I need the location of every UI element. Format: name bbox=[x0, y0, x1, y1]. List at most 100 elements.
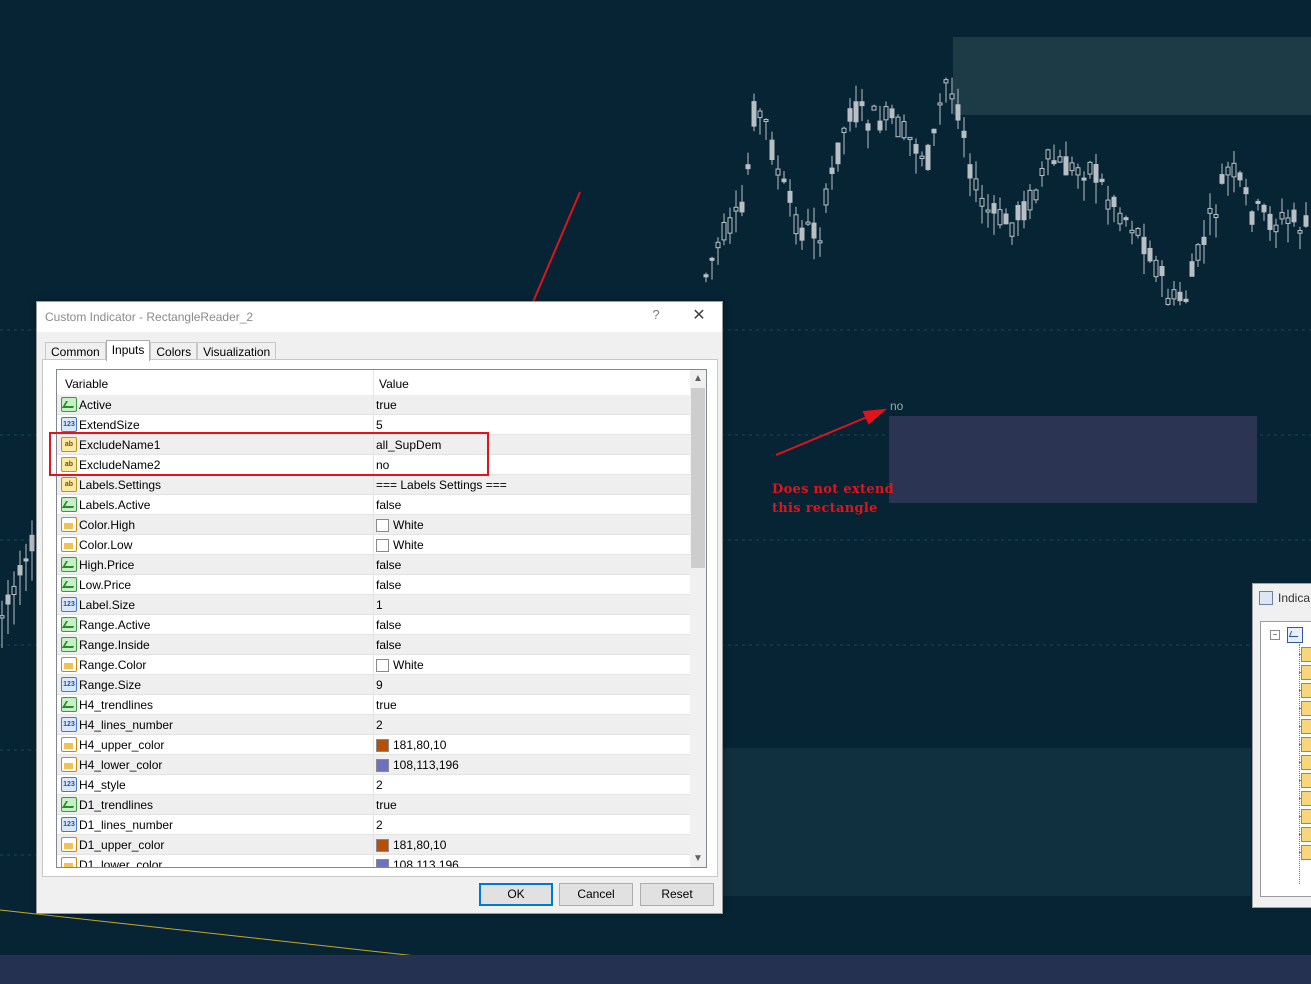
table-row[interactable]: D1_upper_color 181,80,10 bbox=[57, 835, 690, 855]
variable-value[interactable]: true bbox=[376, 698, 397, 712]
column-variable[interactable]: Variable bbox=[65, 377, 108, 391]
variable-value[interactable]: 181,80,10 bbox=[376, 838, 446, 852]
cancel-button[interactable]: Cancel bbox=[559, 883, 633, 906]
zone-lower bbox=[718, 748, 1251, 896]
table-row[interactable]: Range.Color White bbox=[57, 655, 690, 675]
table-row[interactable]: ab Labels.Settings === Labels Settings === bbox=[57, 475, 690, 495]
scroll-down-icon[interactable]: ▼ bbox=[690, 850, 706, 867]
table-row[interactable]: 123 Range.Size 9 bbox=[57, 675, 690, 695]
table-row[interactable]: 123 D1_lines_number 2 bbox=[57, 815, 690, 835]
table-row[interactable]: 123 H4_style 2 bbox=[57, 775, 690, 795]
table-row[interactable]: Labels.Active false bbox=[57, 495, 690, 515]
table-row[interactable]: H4_lower_color 108,113,196 bbox=[57, 755, 690, 775]
indicator-node-icon[interactable] bbox=[1301, 719, 1311, 734]
table-row[interactable]: H4_upper_color 181,80,10 bbox=[57, 735, 690, 755]
candle-body bbox=[1093, 164, 1099, 183]
grid-scrollbar[interactable]: ▲ ▼ bbox=[690, 370, 706, 867]
variable-value[interactable]: White bbox=[376, 658, 424, 672]
num-type-icon: 123 bbox=[61, 717, 77, 732]
variable-value[interactable]: 9 bbox=[376, 678, 383, 692]
indicator-node-icon[interactable] bbox=[1301, 845, 1311, 860]
variable-value[interactable]: White bbox=[376, 538, 424, 552]
variable-value[interactable]: false bbox=[376, 498, 401, 512]
indicator-node-icon[interactable] bbox=[1301, 827, 1311, 842]
variable-value[interactable]: 181,80,10 bbox=[376, 738, 446, 752]
indicator-node-icon[interactable] bbox=[1301, 791, 1311, 806]
reset-button[interactable]: Reset bbox=[640, 883, 714, 906]
table-row[interactable]: Color.Low White bbox=[57, 535, 690, 555]
candle-body bbox=[1219, 174, 1225, 184]
variable-value[interactable]: White bbox=[376, 518, 424, 532]
candle-body bbox=[1051, 160, 1057, 165]
variable-value[interactable]: false bbox=[376, 558, 401, 572]
variable-value[interactable]: 2 bbox=[376, 778, 383, 792]
chart-node-icon[interactable] bbox=[1287, 627, 1303, 643]
variable-name: H4_lines_number bbox=[79, 718, 174, 732]
table-row[interactable]: 123 Label.Size 1 bbox=[57, 595, 690, 615]
variable-value[interactable]: 108,113,196 bbox=[376, 758, 459, 772]
scroll-up-icon[interactable]: ▲ bbox=[690, 370, 706, 387]
variable-value[interactable]: 1 bbox=[376, 598, 383, 612]
tab-common[interactable]: Common bbox=[45, 342, 106, 360]
candle-body bbox=[1075, 167, 1081, 176]
ok-button[interactable]: OK bbox=[479, 883, 553, 906]
variable-name: Label.Size bbox=[79, 598, 136, 612]
variable-value-text: 1 bbox=[376, 598, 383, 612]
scroll-thumb[interactable] bbox=[691, 388, 705, 568]
table-row[interactable]: D1_trendlines true bbox=[57, 795, 690, 815]
candle-body bbox=[769, 139, 775, 161]
variable-value[interactable]: 2 bbox=[376, 718, 383, 732]
table-row[interactable]: Low.Price false bbox=[57, 575, 690, 595]
candle-body bbox=[29, 534, 35, 552]
variable-value[interactable]: 2 bbox=[376, 818, 383, 832]
indicator-node-icon[interactable] bbox=[1301, 773, 1311, 788]
dialog-tabs: Common Inputs Colors Visualization bbox=[45, 340, 277, 361]
table-row[interactable]: D1_lower_color 108,113,196 bbox=[57, 855, 690, 867]
variable-value-text: 2 bbox=[376, 818, 383, 832]
variable-name: Color.High bbox=[79, 518, 136, 532]
annotation-note: Does not extend this rectangle bbox=[772, 480, 894, 518]
variable-value[interactable]: false bbox=[376, 618, 401, 632]
table-row[interactable]: 123 H4_lines_number 2 bbox=[57, 715, 690, 735]
indicator-node-icon[interactable] bbox=[1301, 647, 1311, 662]
candle-body bbox=[853, 101, 859, 123]
table-row[interactable]: H4_trendlines true bbox=[57, 695, 690, 715]
candle-body bbox=[1267, 213, 1273, 231]
variable-value[interactable]: 5 bbox=[376, 418, 383, 432]
indicator-node-icon[interactable] bbox=[1301, 737, 1311, 752]
table-row[interactable]: Range.Inside false bbox=[57, 635, 690, 655]
tab-inputs[interactable]: Inputs bbox=[105, 340, 151, 361]
variable-value[interactable]: false bbox=[376, 638, 401, 652]
close-button[interactable]: ✕ bbox=[689, 306, 709, 326]
indicator-node-icon[interactable] bbox=[1301, 665, 1311, 680]
indicator-node-icon[interactable] bbox=[1301, 755, 1311, 770]
tab-visualization[interactable]: Visualization bbox=[197, 342, 277, 360]
variable-value[interactable]: false bbox=[376, 578, 401, 592]
table-row[interactable]: High.Price false bbox=[57, 555, 690, 575]
candle-body bbox=[829, 167, 835, 174]
indicator-node-icon[interactable] bbox=[1301, 683, 1311, 698]
indicators-tree[interactable]: − bbox=[1260, 621, 1311, 897]
table-row[interactable]: Color.High White bbox=[57, 515, 690, 535]
variable-value[interactable]: true bbox=[376, 798, 397, 812]
help-button[interactable]: ? bbox=[649, 307, 663, 325]
indicators-window[interactable]: Indica − bbox=[1252, 583, 1311, 908]
str-type-icon: ab bbox=[61, 477, 77, 492]
candle-body bbox=[1225, 166, 1231, 176]
collapse-icon[interactable]: − bbox=[1270, 630, 1280, 640]
column-value[interactable]: Value bbox=[379, 377, 409, 391]
table-row[interactable]: Active true bbox=[57, 395, 690, 415]
indicator-node-icon[interactable] bbox=[1301, 809, 1311, 824]
variable-value[interactable]: true bbox=[376, 398, 397, 412]
variable-value[interactable]: 108,113,196 bbox=[376, 858, 459, 867]
indicator-node-icon[interactable] bbox=[1301, 701, 1311, 716]
variable-value[interactable]: === Labels Settings === bbox=[376, 478, 507, 492]
variable-name: D1_upper_color bbox=[79, 838, 165, 852]
candle-body bbox=[1081, 177, 1087, 181]
candle-body bbox=[943, 79, 949, 84]
variable-value-text: 2 bbox=[376, 778, 383, 792]
tab-colors[interactable]: Colors bbox=[150, 342, 198, 360]
dialog-title: Custom Indicator - RectangleReader_2 bbox=[45, 310, 254, 324]
candle-body bbox=[1207, 207, 1213, 214]
table-row[interactable]: Range.Active false bbox=[57, 615, 690, 635]
